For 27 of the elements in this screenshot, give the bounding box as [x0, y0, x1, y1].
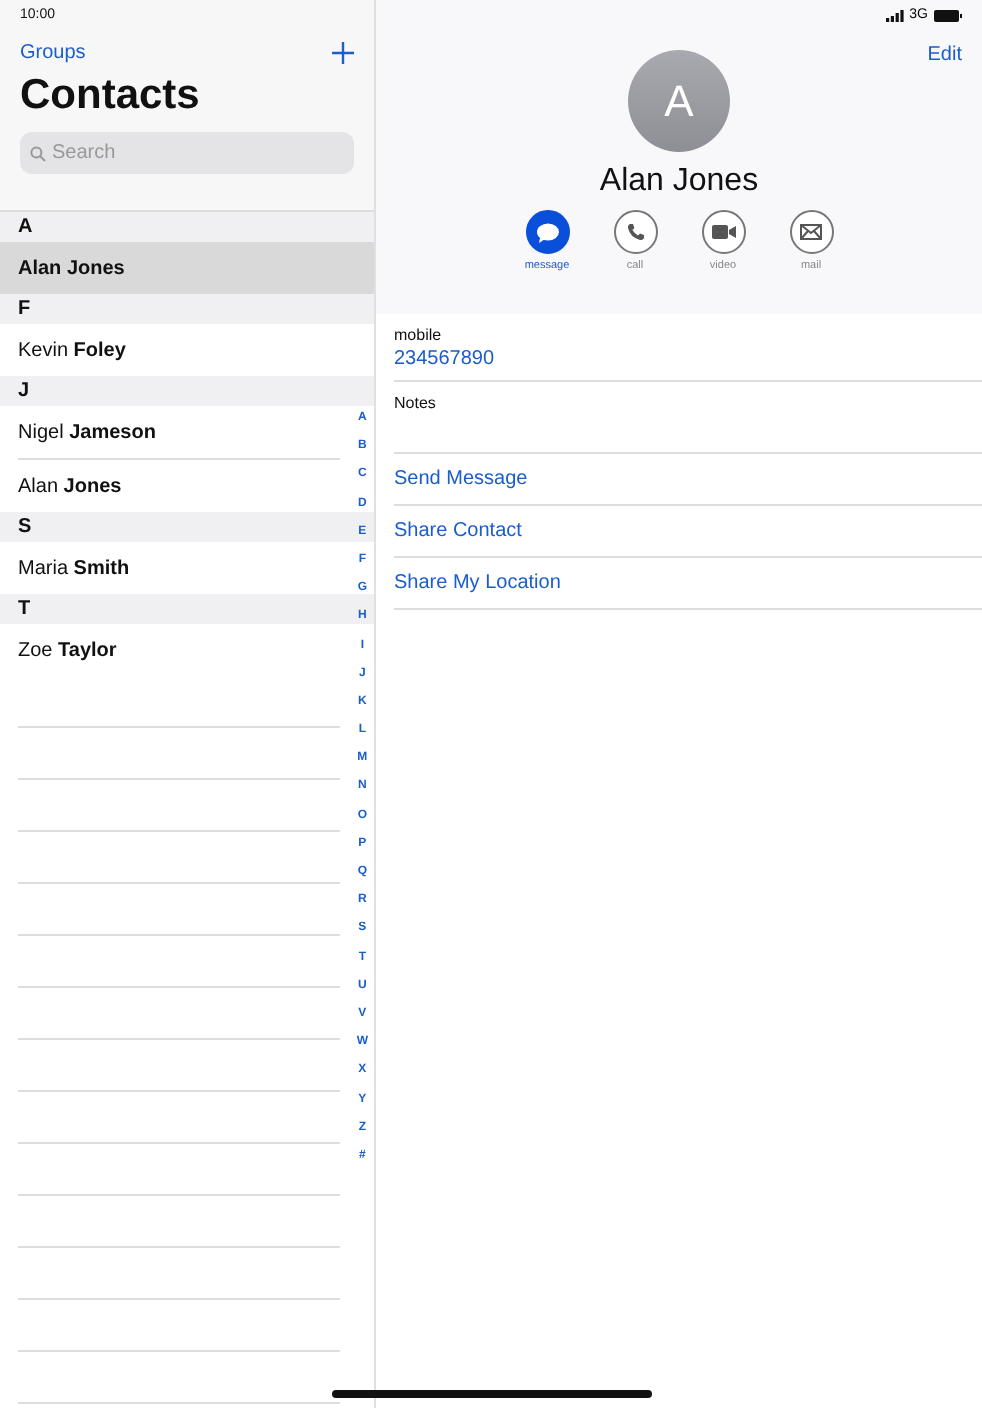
- notes-label: Notes: [394, 394, 438, 412]
- phone-icon: [625, 222, 645, 242]
- action-link[interactable]: Share My Location: [394, 572, 561, 594]
- action-link[interactable]: Share Contact: [394, 520, 522, 542]
- section-header: F: [0, 294, 374, 324]
- phone-number[interactable]: 234567890: [394, 348, 982, 370]
- contact-row[interactable]: Alan Jones: [0, 242, 374, 294]
- edit-link[interactable]: Edit: [927, 44, 962, 66]
- action-link[interactable]: Send Message: [394, 468, 528, 490]
- add-icon[interactable]: [332, 42, 354, 64]
- signal-icon: [885, 9, 904, 21]
- envelope-icon: [800, 224, 822, 240]
- battery-icon: [934, 9, 962, 21]
- avatar: A: [628, 50, 730, 152]
- section-header: J: [0, 376, 374, 406]
- video-button[interactable]: [701, 210, 745, 254]
- mail-button[interactable]: [789, 210, 833, 254]
- field-label: mobile: [394, 326, 444, 344]
- page-title: Contacts: [20, 72, 202, 120]
- message-icon: [535, 221, 559, 243]
- message-button[interactable]: [525, 210, 569, 254]
- groups-link[interactable]: Groups: [20, 42, 86, 64]
- contact-name: Alan Jones: [599, 164, 759, 200]
- video-camera-icon: [711, 224, 735, 240]
- section-header: A: [0, 212, 374, 242]
- call-button[interactable]: [613, 210, 657, 254]
- search-icon: [30, 145, 46, 161]
